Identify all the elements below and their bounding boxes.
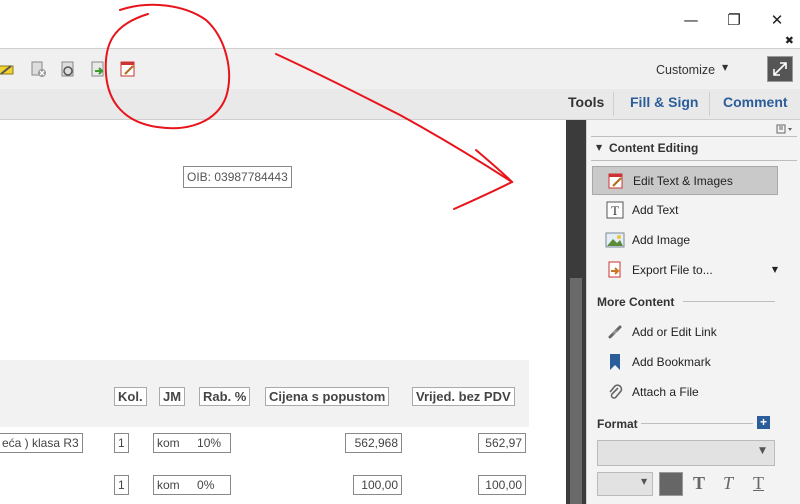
red-arrowhead-annotation bbox=[453, 149, 514, 210]
red-circle-annotation bbox=[104, 3, 230, 130]
red-arrow-annotation bbox=[275, 53, 513, 183]
annotation-overlay bbox=[104, 3, 514, 210]
